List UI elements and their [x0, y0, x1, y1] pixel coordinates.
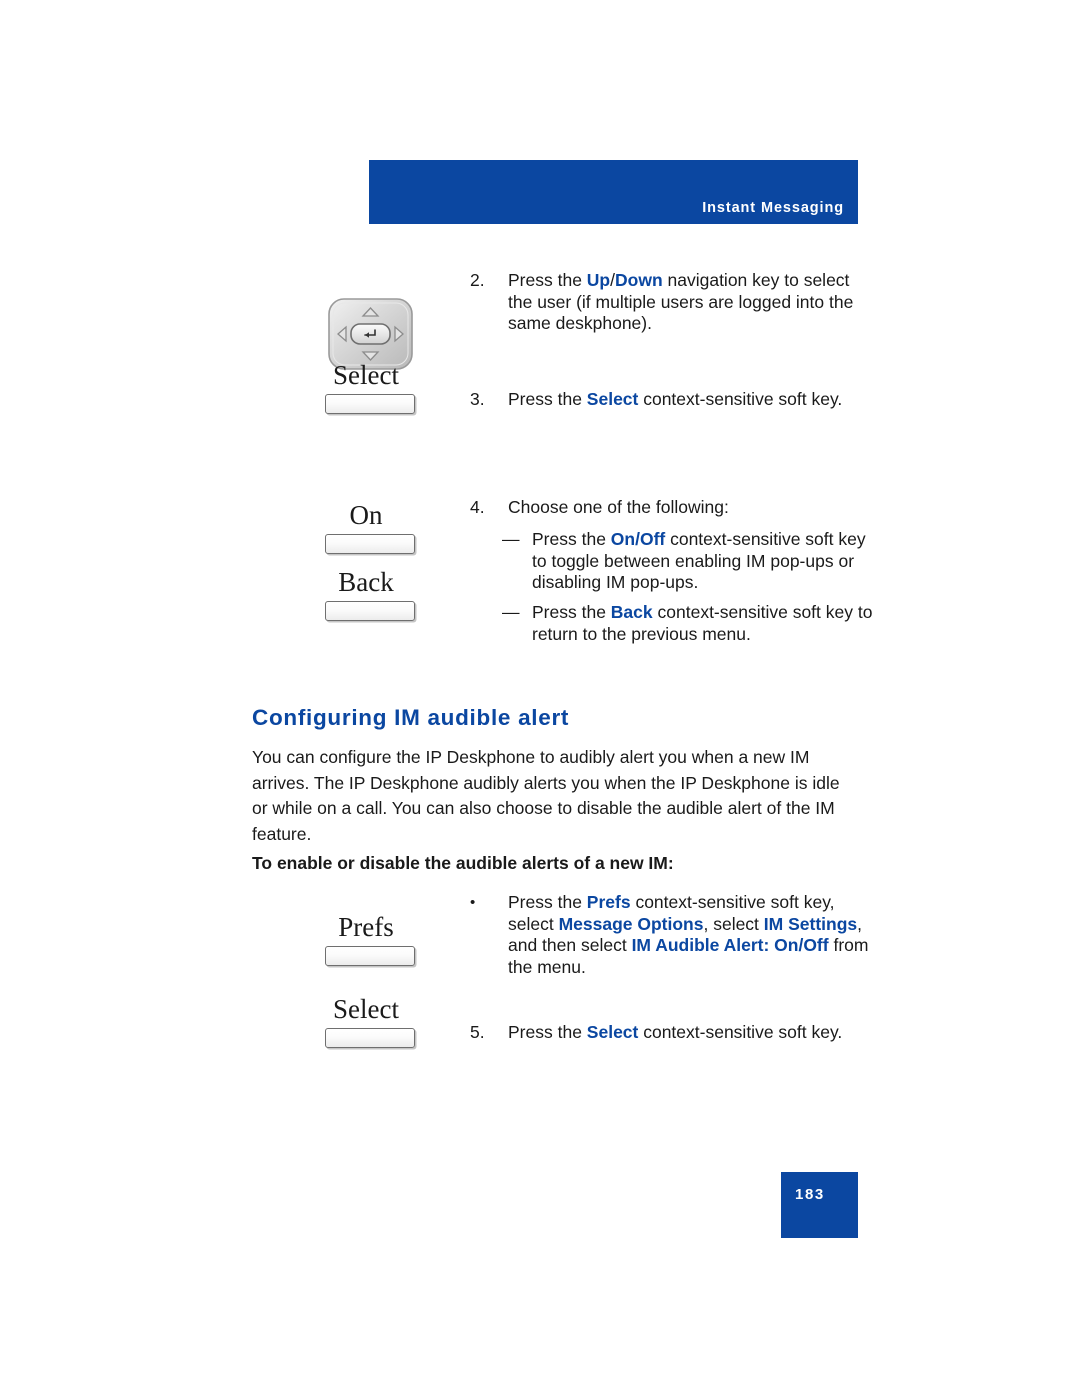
softkey-button[interactable] [325, 394, 415, 414]
step-3: 3. Press the Select context-sensitive so… [470, 389, 870, 411]
step-number: 2. [470, 270, 485, 290]
softkey-label: Select [333, 360, 399, 390]
keyword-select: Select [586, 1022, 639, 1042]
keyword-prefs: Prefs [586, 892, 631, 912]
softkey-button[interactable] [325, 534, 415, 554]
substep-back: — Press the Back context-sensitive soft … [502, 602, 874, 645]
softkey-button[interactable] [325, 1028, 415, 1048]
section-heading: Configuring IM audible alert [252, 705, 570, 730]
bullet-text-part: Press the [508, 892, 587, 912]
keyword-select: Select [586, 389, 639, 409]
softkey-label: Prefs [338, 912, 394, 942]
substep-text-part: Press the [532, 602, 611, 622]
running-header-title: Instant Messaging [702, 200, 844, 216]
em-dash-marker: — [502, 602, 520, 622]
step-text-part: Press the [508, 1022, 587, 1042]
keyword-back: Back [610, 602, 653, 622]
step-text: Press the Select context-sensitive soft … [508, 389, 870, 411]
section-sub-heading: To enable or disable the audible alerts … [252, 853, 674, 873]
step-text-part: Press the [508, 270, 587, 290]
step-number: 3. [470, 389, 485, 409]
step-4: 4. Choose one of the following: [470, 497, 870, 519]
bullet-marker: • [470, 894, 476, 911]
em-dash-marker: — [502, 529, 520, 549]
keyword-on-off: On/Off [610, 529, 666, 549]
softkey-on[interactable]: On [300, 502, 460, 554]
softkey-prefs[interactable]: Prefs [300, 914, 460, 966]
keyword-message-options: Message Options [558, 913, 704, 934]
step-number: 5. [470, 1022, 485, 1042]
keyword-im-settings: IM Settings [763, 913, 858, 934]
running-header-bar: Instant Messaging [369, 160, 858, 224]
keyword-im-audible-alert: IM Audible Alert: On/Off [631, 935, 829, 955]
document-page: Instant Messaging Select On Back Prefs S… [0, 0, 1080, 1397]
keyword-up: Up [586, 270, 611, 290]
softkey-button[interactable] [325, 601, 415, 621]
step-text-part: context-sensitive soft key. [638, 1022, 843, 1042]
substep-text-part: Press the [532, 529, 611, 549]
step-text: Press the Select context-sensitive soft … [508, 1022, 870, 1044]
softkey-label: On [349, 500, 383, 530]
substep-text: Press the On/Off context-sensitive soft … [532, 529, 874, 594]
step-text: Press the Up/Down navigation key to sele… [508, 270, 870, 335]
page-number-badge: 183 [781, 1172, 858, 1238]
softkey-label: Back [338, 567, 394, 597]
softkey-back[interactable]: Back [300, 569, 460, 621]
softkey-button[interactable] [325, 946, 415, 966]
step-5: 5. Press the Select context-sensitive so… [470, 1022, 870, 1044]
substep-text: Press the Back context-sensitive soft ke… [532, 602, 874, 645]
softkey-select[interactable]: Select [300, 362, 460, 414]
step-text: Choose one of the following: [508, 497, 729, 517]
section-paragraph: You can configure the IP Deskphone to au… [252, 747, 840, 844]
softkey-select-2[interactable]: Select [300, 996, 460, 1048]
step-text-part: context-sensitive soft key. [638, 389, 843, 409]
softkey-label: Select [333, 994, 399, 1024]
step-number: 4. [470, 497, 485, 517]
step-2: 2. Press the Up/Down navigation key to s… [470, 270, 870, 335]
substep-on-off: — Press the On/Off context-sensitive sof… [502, 529, 874, 594]
bullet-text: Press the Prefs context-sensitive soft k… [508, 892, 870, 978]
page-number: 183 [795, 1186, 825, 1203]
bullet-text-part: , select [703, 913, 764, 934]
bullet-prefs-path: • Press the Prefs context-sensitive soft… [470, 892, 870, 978]
keyword-down: Down [615, 270, 663, 290]
step-text-part: Press the [508, 389, 587, 409]
